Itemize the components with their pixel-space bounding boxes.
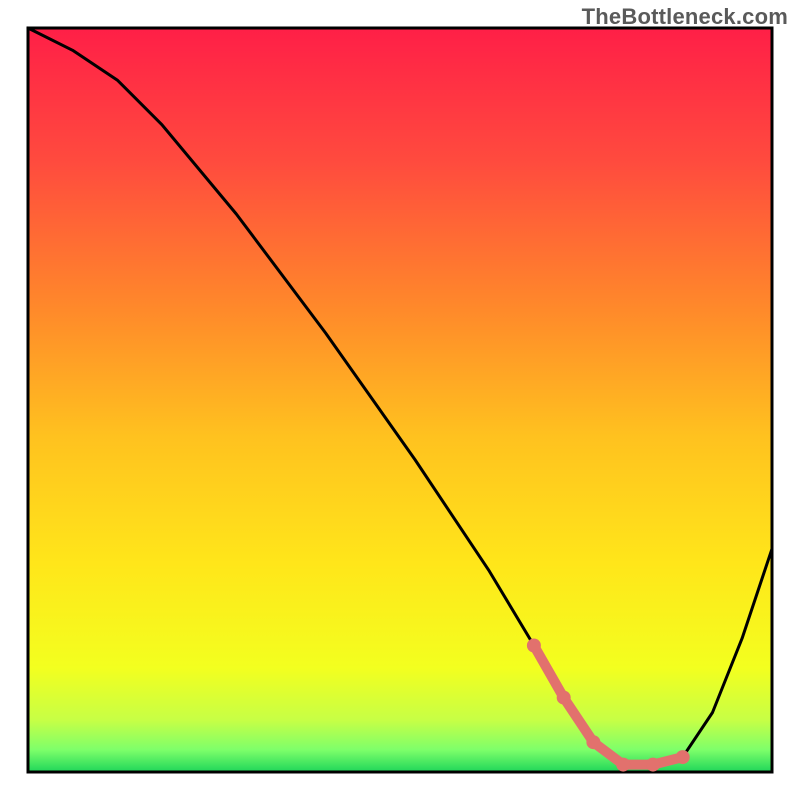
watermark-text: TheBottleneck.com [582,4,788,30]
optimal-range-point [527,639,541,653]
optimal-range-point [557,691,571,705]
gradient-background [28,28,772,772]
bottleneck-chart [0,0,800,800]
optimal-range-point [586,735,600,749]
optimal-range-point [646,758,660,772]
optimal-range-point [676,750,690,764]
optimal-range-point [616,758,630,772]
chart-container: TheBottleneck.com [0,0,800,800]
